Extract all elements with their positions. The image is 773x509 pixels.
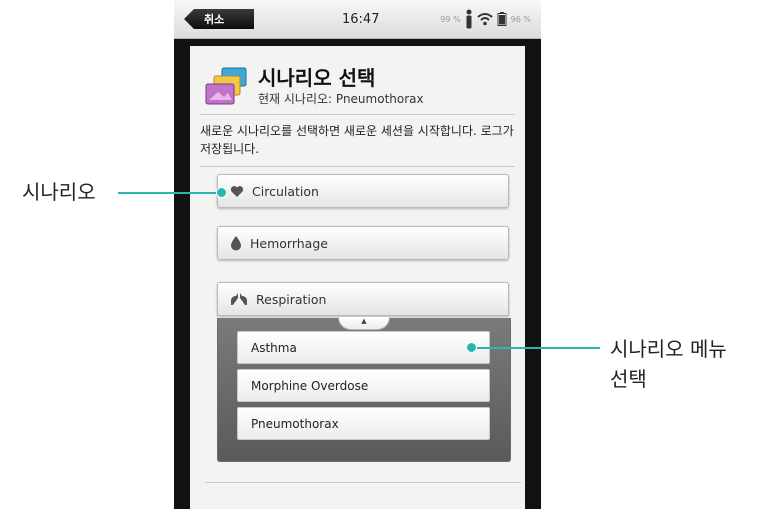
submenu-item-morphine-overdose[interactable]: Morphine Overdose: [237, 369, 490, 402]
annotation-scenario: 시나리오: [22, 180, 96, 204]
person-icon: [465, 9, 473, 29]
drop-icon: [230, 235, 242, 251]
current-scenario: 현재 시나리오: Pneumothorax: [258, 92, 424, 106]
heart-icon: [230, 185, 244, 198]
category-label: Circulation: [252, 183, 319, 199]
annotation-dot-right: [466, 342, 477, 353]
category-circulation[interactable]: Circulation: [217, 174, 509, 208]
submenu-item-asthma[interactable]: Asthma: [237, 331, 490, 364]
cancel-button[interactable]: 취소: [184, 9, 254, 29]
submenu-item-pneumothorax[interactable]: Pneumothorax: [237, 407, 490, 440]
clock: 16:47: [342, 12, 380, 27]
annotation-line-left: [118, 192, 222, 194]
battery-percent: 96 %: [510, 14, 531, 24]
description-text: 새로운 시나리오를 선택하면 새로운 세션을 시작합니다. 로그가 저장됩니다.: [200, 124, 514, 156]
annotation-line-right: [472, 347, 600, 349]
lungs-icon: [230, 292, 248, 306]
scenario-images-icon: [204, 66, 250, 110]
annotation-submenu-line1: 시나리오 메뉴: [610, 337, 727, 361]
status-indicators: 99 % 96 %: [440, 8, 531, 30]
status-bar: 취소 16:47 99 % 96 %: [174, 0, 541, 39]
battery-icon: [497, 12, 507, 26]
collapse-toggle[interactable]: ▲: [338, 317, 390, 330]
category-label: Hemorrhage: [250, 235, 328, 251]
signal-percent: 99 %: [440, 14, 461, 24]
page-title: 시나리오 선택: [258, 66, 376, 90]
category-label: Respiration: [256, 291, 327, 307]
annotation-submenu-line2: 선택: [610, 367, 647, 391]
category-hemorrhage[interactable]: Hemorrhage: [217, 226, 509, 260]
divider: [200, 166, 515, 167]
wifi-icon: [477, 12, 493, 26]
divider: [205, 482, 521, 483]
annotation-dot-left: [216, 187, 227, 198]
divider: [200, 114, 515, 115]
category-respiration[interactable]: Respiration: [217, 282, 509, 316]
chevron-up-icon: ▲: [361, 317, 367, 325]
